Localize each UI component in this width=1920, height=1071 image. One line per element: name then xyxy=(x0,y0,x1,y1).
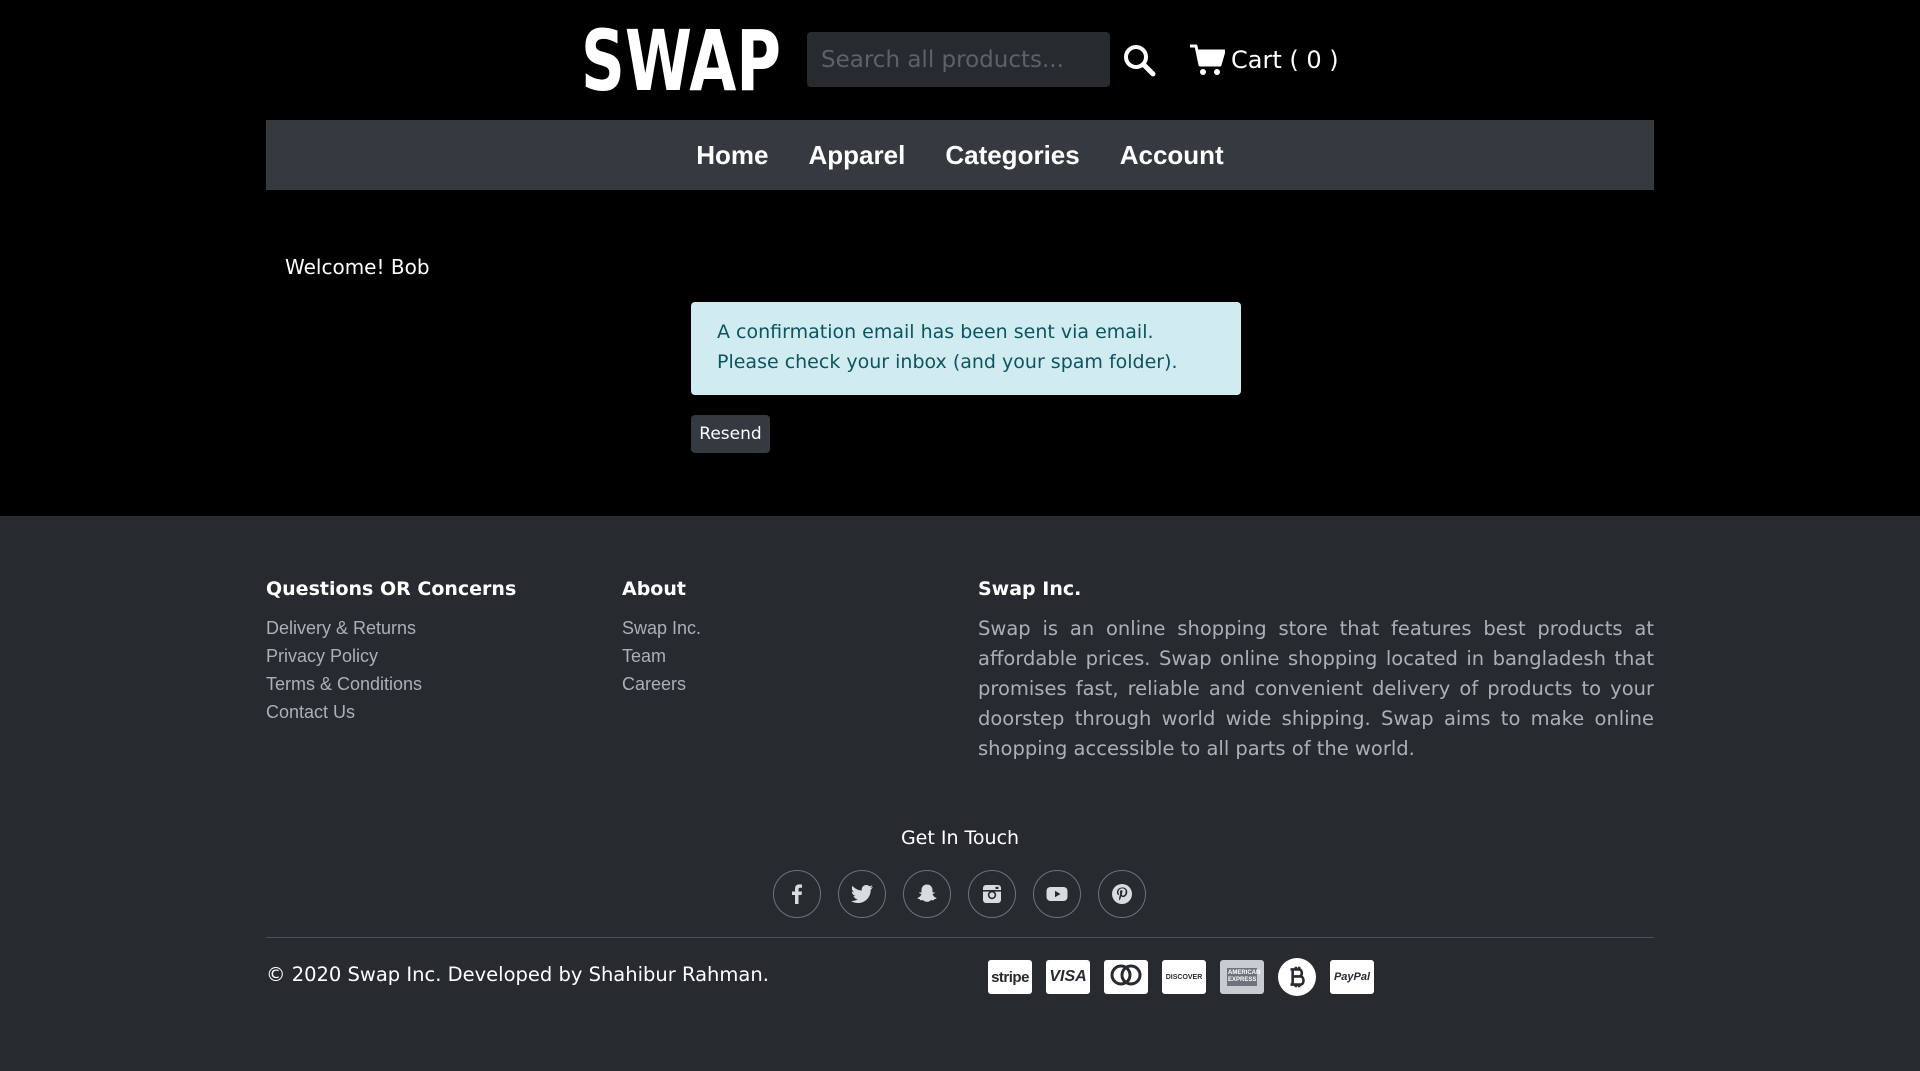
footer-link-privacy-policy[interactable]: Privacy Policy xyxy=(266,642,516,670)
nav-item-account[interactable]: Account xyxy=(1120,140,1224,171)
youtube-icon xyxy=(1046,887,1068,901)
pinterest-link[interactable] xyxy=(1098,870,1146,918)
discover-icon: DISCOVER xyxy=(1162,960,1206,994)
footer-link-terms-conditions[interactable]: Terms & Conditions xyxy=(266,670,516,698)
mastercard-circles xyxy=(1110,964,1142,986)
cart-link[interactable]: Cart ( 0 ) xyxy=(1189,40,1339,80)
site-footer: Questions OR Concerns Delivery & Returns… xyxy=(0,516,1920,1071)
welcome-message: Welcome! Bob xyxy=(285,255,430,279)
pinterest-icon xyxy=(1112,884,1132,904)
site-header: SWAP Cart ( 0 ) xyxy=(0,0,1920,120)
youtube-link[interactable] xyxy=(1033,870,1081,918)
snapchat-link[interactable] xyxy=(903,870,951,918)
nav-item-categories[interactable]: Categories xyxy=(945,140,1079,171)
facebook-icon xyxy=(792,884,802,904)
snapchat-icon xyxy=(917,884,937,902)
visa-icon: VISA xyxy=(1046,960,1090,994)
paypal-label: PayPal xyxy=(1333,971,1371,983)
paypal-icon: PayPal xyxy=(1330,960,1374,994)
swap-logo[interactable]: SWAP xyxy=(578,14,784,98)
facebook-link[interactable] xyxy=(773,870,821,918)
search-icon xyxy=(1124,45,1156,77)
footer-column-company: Swap Inc. Swap is an online shopping sto… xyxy=(978,578,1654,764)
footer-link-contact-us[interactable]: Contact Us xyxy=(266,698,516,726)
footer-column-about: About Swap Inc. Team Careers xyxy=(622,578,701,698)
footer-column-questions: Questions OR Concerns Delivery & Returns… xyxy=(266,578,516,726)
amex-icon: AMERICAN EXPRESS xyxy=(1220,960,1264,994)
bitcoin-icon xyxy=(1278,958,1316,996)
social-links xyxy=(773,870,1146,918)
search-button[interactable] xyxy=(1122,43,1156,77)
footer-link-careers[interactable]: Careers xyxy=(622,670,701,698)
main-nav: Home Apparel Categories Account xyxy=(266,120,1654,190)
search-input[interactable] xyxy=(807,32,1110,87)
footer-link-swap-inc[interactable]: Swap Inc. xyxy=(622,614,701,642)
bitcoin-symbol xyxy=(1290,966,1305,988)
company-description: Swap is an online shopping store that fe… xyxy=(978,617,1654,760)
payment-methods: stripe VISA DISCOVER AMERICAN EXPRESS Pa… xyxy=(988,958,1374,996)
footer-link-team[interactable]: Team xyxy=(622,642,701,670)
twitter-icon xyxy=(851,885,873,903)
mastercard-icon xyxy=(1104,960,1148,994)
discover-label: DISCOVER xyxy=(1165,973,1203,981)
amex-label: AMERICAN EXPRESS xyxy=(1227,968,1260,986)
stripe-icon: stripe xyxy=(988,960,1032,994)
instagram-icon xyxy=(983,885,1001,903)
nav-item-apparel[interactable]: Apparel xyxy=(809,140,906,171)
visa-label: VISA xyxy=(1049,968,1087,985)
svg-text:SWAP: SWAP xyxy=(581,14,781,98)
footer-heading: Questions OR Concerns xyxy=(266,578,517,600)
footer-divider xyxy=(266,937,1654,938)
cart-icon xyxy=(1190,44,1225,75)
footer-heading: About xyxy=(622,578,686,600)
copyright-text: © 2020 Swap Inc. Developed by Shahibur R… xyxy=(266,963,769,986)
footer-link-delivery-returns[interactable]: Delivery & Returns xyxy=(266,614,516,642)
cart-label: Cart ( 0 ) xyxy=(1231,46,1339,74)
resend-button[interactable]: Resend xyxy=(691,415,770,453)
twitter-link[interactable] xyxy=(838,870,886,918)
instagram-link[interactable] xyxy=(968,870,1016,918)
footer-heading: Swap Inc. xyxy=(978,578,1082,600)
confirmation-alert: A confirmation email has been sent via e… xyxy=(691,302,1241,395)
nav-item-home[interactable]: Home xyxy=(696,140,768,171)
stripe-label: stripe xyxy=(991,968,1029,986)
get-in-touch-heading: Get In Touch xyxy=(900,827,1020,849)
